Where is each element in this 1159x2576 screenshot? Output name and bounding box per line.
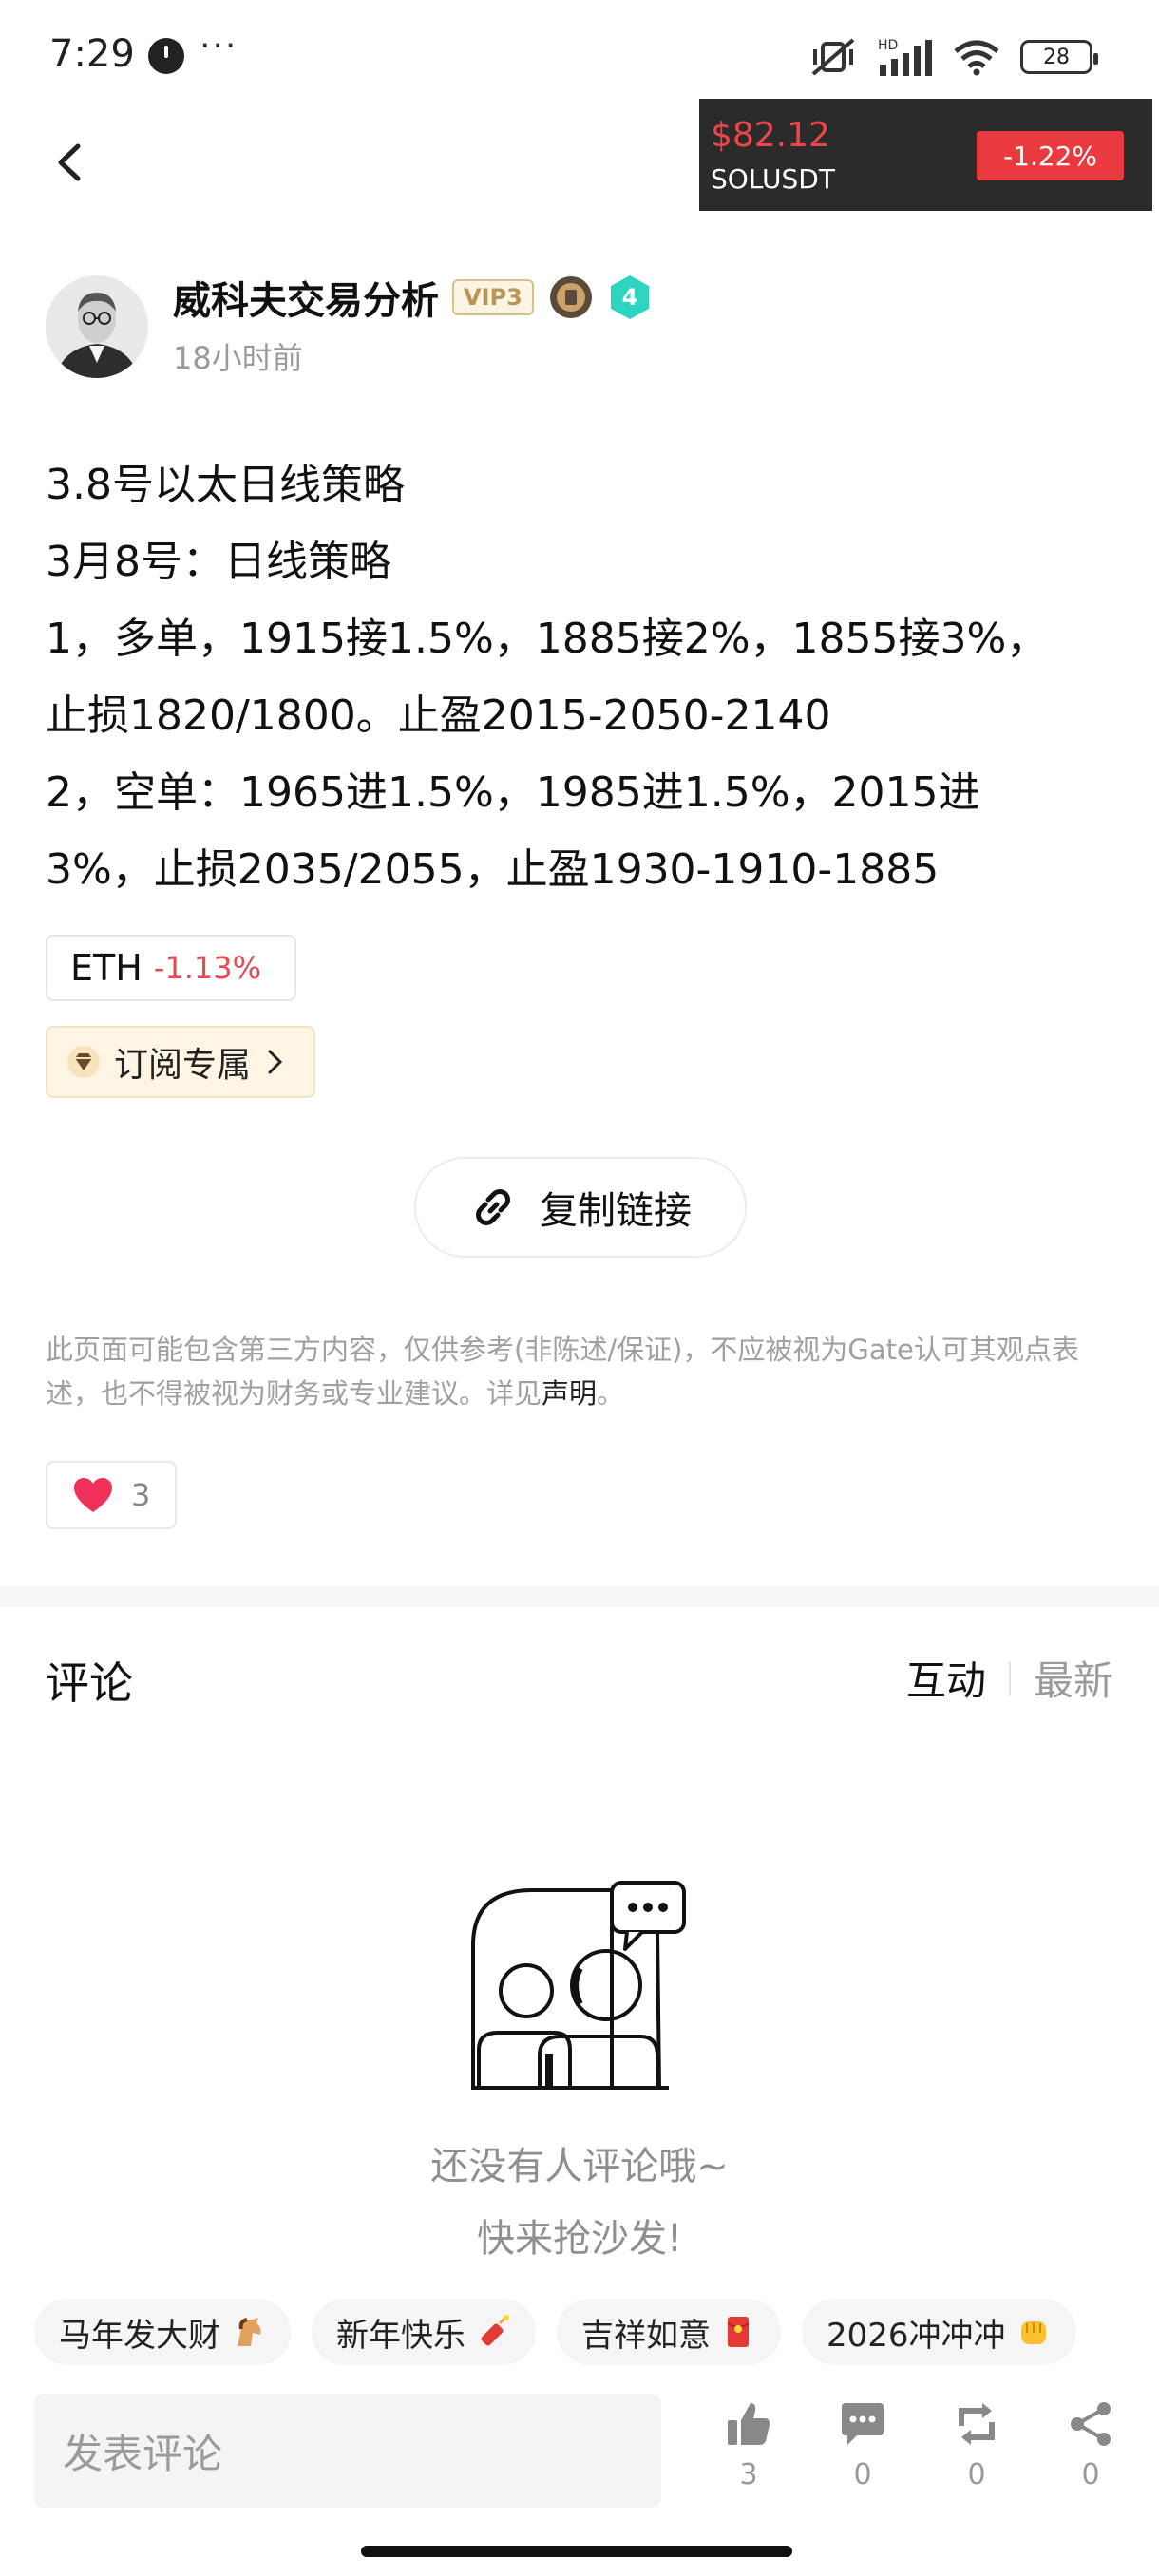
disclaimer-link[interactable]: 声明 xyxy=(542,1377,597,1410)
copy-link-button[interactable]: 复制链接 xyxy=(414,1157,747,1258)
repost-button[interactable]: 0 xyxy=(939,2399,1015,2513)
disclaimer-end: 。 xyxy=(597,1377,625,1410)
quick-reply-label: 2026冲冲冲 xyxy=(826,2316,1006,2355)
tab-interactive[interactable]: 互动 xyxy=(906,1649,986,1707)
copy-link-label: 复制链接 xyxy=(540,1189,692,1233)
link-icon xyxy=(476,1189,510,1225)
tab-separator xyxy=(1008,1660,1011,1695)
post-body: 3.8号以太日线策略 3月8号：日线策略 1，多单，1915接1.5%，1885… xyxy=(46,446,1119,908)
back-arrow-icon[interactable] xyxy=(49,141,93,184)
status-time: 7:29 xyxy=(49,32,135,76)
comment-count-bottom: 0 xyxy=(853,2458,872,2491)
comment-input[interactable]: 发表评论 xyxy=(34,2394,661,2508)
status-more-indicator: ··· xyxy=(200,27,238,66)
fist-emoji-icon xyxy=(1020,2321,1046,2344)
like-button[interactable]: 3 xyxy=(711,2399,787,2513)
post-line: 3.8号以太日线策略 xyxy=(46,461,405,509)
post-line: 3月8号：日线策略 xyxy=(46,538,391,586)
tab-latest[interactable]: 最新 xyxy=(1034,1649,1113,1707)
empty-comments-line1: 还没有人评论哦~ xyxy=(430,2145,729,2188)
quick-reply-chip[interactable]: 2026冲冲冲 xyxy=(802,2299,1076,2365)
ticker-price: $82.12 xyxy=(711,116,830,155)
empty-comments-line2: 快来抢沙发! xyxy=(476,2217,683,2261)
status-bar: 7:29 ··· HD 28 xyxy=(0,0,1159,112)
post-line: 3%，止损2035/2055，止盈1930-1910-1885 xyxy=(46,845,940,894)
thumbs-up-icon xyxy=(728,2403,770,2445)
repost-icon xyxy=(959,2403,995,2445)
diamond-icon xyxy=(67,1046,100,1078)
subscribe-exclusive-button[interactable]: 订阅专属 xyxy=(46,1026,315,1098)
quick-reply-label: 吉祥如意 xyxy=(581,2316,711,2355)
coin-tag-eth[interactable]: ETH -1.13% xyxy=(46,935,296,1001)
signal-icon: HD xyxy=(878,38,932,76)
wifi-icon xyxy=(954,40,999,76)
quick-reply-label: 马年发大财 xyxy=(59,2316,220,2355)
like-reaction-button[interactable]: 3 xyxy=(46,1461,177,1529)
like-count-bottom: 3 xyxy=(739,2458,758,2491)
home-indicator[interactable] xyxy=(361,2546,792,2557)
battery-icon: 28 xyxy=(1020,40,1098,74)
clock-icon xyxy=(148,38,184,74)
empty-comments-illustration xyxy=(471,1881,686,2090)
post-line: 1，多单，1915接1.5%，1885接2%，1855接3%， xyxy=(46,615,1049,663)
author-row: 威科夫交易分析 VIP3 4 xyxy=(173,272,652,323)
vip-badge: VIP3 xyxy=(452,279,534,315)
comment-bubble-icon xyxy=(842,2403,884,2445)
share-icon xyxy=(1071,2402,1111,2446)
ticker-symbol: SOLUSDT xyxy=(711,163,835,195)
quick-reply-chip[interactable]: 马年发大财 xyxy=(34,2299,291,2365)
level-badge-icon: 4 xyxy=(610,275,649,319)
quick-reply-bar: 马年发大财 新年快乐 吉祥如意 2026冲冲冲 xyxy=(34,2299,1076,2365)
red-envelope-emoji-icon xyxy=(727,2317,750,2347)
medal-badge-icon xyxy=(549,276,592,318)
coin-tag-change: -1.13% xyxy=(153,950,261,986)
like-count: 3 xyxy=(131,1477,151,1513)
avatar[interactable] xyxy=(46,275,148,378)
mute-vibrate-icon xyxy=(811,38,855,76)
share-button[interactable]: 0 xyxy=(1053,2399,1129,2513)
comment-sort-tabs: 互动 最新 xyxy=(906,1649,1113,1707)
coin-tag-name: ETH xyxy=(70,947,142,989)
share-count-bottom: 0 xyxy=(1081,2458,1100,2491)
status-icons: HD 28 xyxy=(809,34,1098,80)
firecracker-emoji-icon xyxy=(481,2315,509,2346)
network-type-label: HD xyxy=(878,38,898,53)
comments-title: 评论 xyxy=(46,1657,133,1709)
post-line: 止损1820/1800。止盈2015-2050-2140 xyxy=(46,691,831,740)
heart-icon xyxy=(74,1478,112,1512)
horse-emoji-icon xyxy=(238,2318,261,2346)
post-time: 18小时前 xyxy=(173,340,303,376)
post-line: 2，空单：1965进1.5%，1985进1.5%，2015进 xyxy=(46,768,980,817)
subscribe-label: 订阅专属 xyxy=(114,1046,252,1085)
chevron-right-icon xyxy=(268,1050,283,1074)
comment-button[interactable]: 0 xyxy=(825,2399,901,2513)
quick-reply-chip[interactable]: 新年快乐 xyxy=(312,2299,536,2365)
disclaimer: 此页面可能包含第三方内容，仅供参考(非陈述/保证)，不应被视为Gate认可其观点… xyxy=(46,1328,1119,1415)
repost-count-bottom: 0 xyxy=(967,2458,986,2491)
author-name[interactable]: 威科夫交易分析 xyxy=(173,270,439,325)
quick-reply-chip[interactable]: 吉祥如意 xyxy=(557,2299,781,2365)
quick-reply-label: 新年快乐 xyxy=(336,2316,466,2355)
section-divider xyxy=(0,1586,1159,1607)
level-badge-number: 4 xyxy=(621,284,637,311)
avatar-portrait xyxy=(46,275,148,378)
price-ticker[interactable]: $82.12 SOLUSDT -1.22% xyxy=(699,99,1152,211)
ticker-change-badge: -1.22% xyxy=(977,131,1124,180)
